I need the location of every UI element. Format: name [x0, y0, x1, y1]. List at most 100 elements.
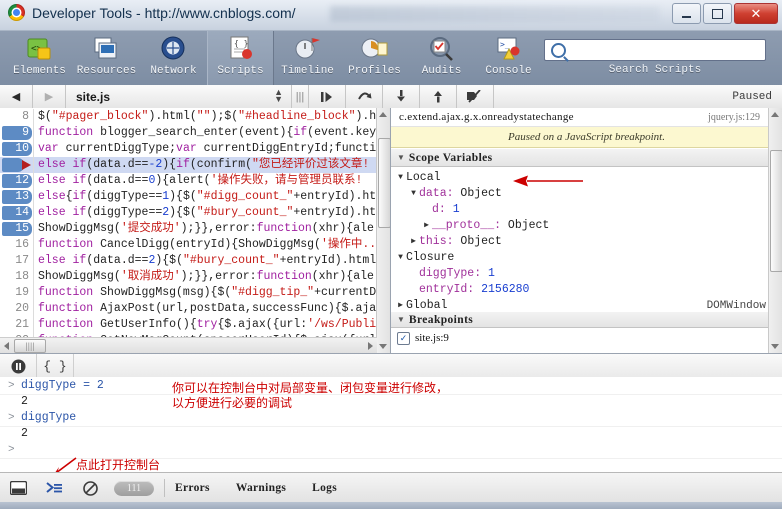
scope-row[interactable]: ▼data: Object [391, 186, 782, 202]
line-number[interactable]: 12 [0, 173, 34, 189]
tab-timeline[interactable]: Timeline [274, 31, 341, 86]
file-selector[interactable]: site.js ▲▼ [66, 85, 292, 108]
console-input-line[interactable]: > [0, 441, 782, 459]
editor-vertical-scrollbar[interactable] [376, 108, 390, 353]
file-spinner-icon[interactable]: ▲▼ [274, 89, 283, 103]
line-number[interactable]: 13 [0, 189, 34, 205]
pause-circle-icon [11, 359, 26, 374]
code-line[interactable]: else if(data.d==-2){if(confirm("您已经评价过该文… [0, 157, 390, 173]
code-line[interactable]: 18ShowDiggMsg('取消成功');}},error:function(… [0, 269, 390, 285]
console-filter-logs[interactable]: Logs [312, 482, 337, 494]
scope-row[interactable]: ▶this: Object [391, 234, 782, 250]
line-number[interactable]: 18 [0, 269, 34, 285]
scope-row[interactable]: ▼Local [391, 170, 782, 186]
step-over-button[interactable] [346, 85, 383, 108]
code-text: else if(data.d==-2){if(confirm("您已经评价过该文… [34, 157, 369, 173]
close-button[interactable]: ✕ [734, 3, 778, 24]
sidebar-scroll-down-icon[interactable] [771, 344, 779, 349]
scroll-left-icon[interactable] [4, 342, 9, 350]
line-number[interactable]: 10 [0, 141, 34, 157]
call-stack-source[interactable]: jquery.js:129 [708, 112, 774, 123]
code-line[interactable]: 8$("#pager_block").html("");$("#headline… [0, 109, 390, 125]
line-number[interactable]: 20 [0, 301, 34, 317]
code-line[interactable]: 19function ShowDiggMsg(msg){$("#digg_tip… [0, 285, 390, 301]
line-number[interactable]: 9 [0, 125, 34, 141]
line-number[interactable]: 21 [0, 317, 34, 333]
panel-resize-grip[interactable]: ||| [292, 85, 309, 108]
scroll-up-icon[interactable] [379, 112, 387, 117]
scope-row[interactable]: d: 1 [391, 202, 782, 218]
minimize-button[interactable] [672, 3, 701, 24]
editor-horizontal-scrollbar[interactable]: |||| [0, 337, 377, 353]
tab-profiles[interactable]: Profiles [341, 31, 408, 86]
code-line[interactable]: 13else{if(diggType==1){$("#digg_count_"+… [0, 189, 390, 205]
sidebar-scroll-up-icon[interactable] [771, 112, 779, 117]
error-count-badge[interactable]: 111 [114, 481, 154, 496]
tab-audits[interactable]: Audits [408, 31, 475, 86]
chevron-down-icon[interactable]: ▼ [408, 186, 419, 202]
resume-button[interactable] [309, 85, 346, 108]
editor-hscroll-thumb[interactable]: |||| [14, 339, 46, 353]
code-line[interactable]: 17else if(data.d==2){$("#bury_count_"+en… [0, 253, 390, 269]
editor-vscroll-thumb[interactable] [378, 138, 391, 228]
tab-scripts[interactable]: { }Scripts [207, 31, 274, 86]
sidebar-scroll-thumb[interactable] [770, 150, 782, 272]
console-input-line[interactable]: >diggType [0, 409, 782, 427]
sidebar-scrollbar[interactable] [768, 108, 782, 353]
console-filter-errors[interactable]: Errors [175, 482, 210, 494]
line-number[interactable] [0, 157, 34, 173]
clear-console-button[interactable] [72, 473, 108, 503]
maximize-button[interactable] [703, 3, 732, 24]
code-line[interactable]: 20function AjaxPost(url,postData,success… [0, 301, 390, 317]
scope-variables-header[interactable]: ▼ Scope Variables [391, 148, 782, 167]
scope-row[interactable]: ▶__proto__: Object [391, 218, 782, 234]
code-line[interactable]: 10var currentDiggType;var currentDiggEnt… [0, 141, 390, 157]
pretty-print-button[interactable]: { } [37, 354, 74, 378]
search-input[interactable] [572, 40, 765, 60]
line-number[interactable]: 8 [0, 109, 34, 125]
line-number[interactable]: 17 [0, 253, 34, 269]
dock-toggle-button[interactable] [0, 473, 36, 503]
nav-back-button[interactable]: ◀ [0, 85, 33, 108]
chevron-down-icon[interactable]: ▼ [395, 250, 406, 266]
line-number[interactable]: 14 [0, 205, 34, 221]
line-number[interactable]: 19 [0, 285, 34, 301]
scope-row[interactable]: ▼Closure [391, 250, 782, 266]
breakpoints-header[interactable]: ▼ Breakpoints [391, 311, 768, 328]
code-line[interactable]: 14else if(diggType==2){$("#bury_count_"+… [0, 205, 390, 221]
toggle-breakpoints-button[interactable] [457, 85, 494, 108]
line-number[interactable]: 16 [0, 237, 34, 253]
console-filter-warnings[interactable]: Warnings [236, 482, 286, 494]
code-line[interactable]: 9function blogger_search_enter(event){if… [0, 125, 390, 141]
code-line[interactable]: 12else if(data.d==0){alert('操作失败，请与管理员联系… [0, 173, 390, 189]
tab-elements[interactable]: <>Elements [6, 31, 73, 86]
scroll-down-icon[interactable] [379, 344, 387, 349]
step-out-button[interactable] [420, 85, 457, 108]
line-number[interactable]: 15 [0, 221, 34, 237]
show-console-button[interactable] [36, 473, 72, 503]
tab-network[interactable]: Network [140, 31, 207, 86]
breakpoint-item[interactable]: ✓site.js:9 [391, 330, 768, 346]
scope-row[interactable]: entryId: 2156280 [391, 282, 782, 298]
chevron-right-icon[interactable]: ▶ [408, 234, 419, 250]
tab-resources[interactable]: Resources [73, 31, 140, 86]
scope-row[interactable]: diggType: 1 [391, 266, 782, 282]
nav-forward-button[interactable]: ▶ [33, 85, 66, 108]
pause-on-exceptions-button[interactable] [0, 354, 37, 378]
file-name-label: site.js [76, 90, 110, 104]
search-box[interactable] [544, 39, 766, 61]
chevron-right-icon[interactable]: ▶ [421, 218, 432, 234]
scroll-right-icon[interactable] [368, 342, 373, 350]
call-stack-row[interactable]: c.extend.ajax.g.x.onreadystatechange jqu… [391, 108, 782, 127]
console-output[interactable]: >diggType = 22>diggType2> 你可以在控制台中对局部变量、… [0, 377, 782, 472]
step-into-button[interactable] [383, 85, 420, 108]
code-line[interactable]: 15ShowDiggMsg('提交成功');}},error:function(… [0, 221, 390, 237]
code-editor[interactable]: 8$("#pager_block").html("");$("#headline… [0, 108, 391, 353]
code-text: function ShowDiggMsg(msg){$("#digg_tip_"… [34, 285, 376, 301]
devtools-window: Developer Tools - http://www.cnblogs.com… [0, 0, 782, 509]
chevron-down-icon[interactable]: ▼ [395, 170, 406, 186]
breakpoint-checkbox[interactable]: ✓ [397, 332, 410, 345]
tab-console[interactable]: >_Console [475, 31, 542, 86]
code-line[interactable]: 21function GetUserInfo(){try{$.ajax({url… [0, 317, 390, 333]
code-line[interactable]: 16function CancelDigg(entryId){ShowDiggM… [0, 237, 390, 253]
